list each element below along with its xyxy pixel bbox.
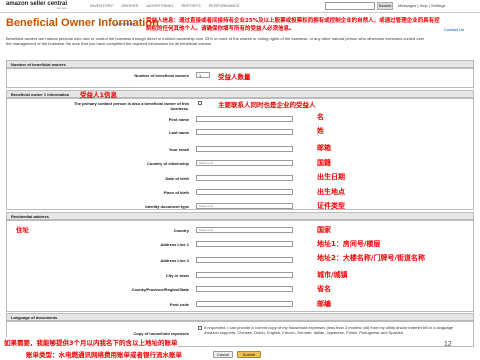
page-description: Beneficial owners are natural persons wh… xyxy=(6,36,425,46)
annotation-city: 城市/城镇 xyxy=(317,271,348,279)
contact-us-link[interactable]: Contact Us xyxy=(444,27,464,32)
annotation-postcode: 邮编 xyxy=(317,300,331,308)
search-input[interactable] xyxy=(325,2,375,10)
primary-checkbox[interactable] xyxy=(198,101,202,105)
pob-input[interactable] xyxy=(196,189,293,195)
annotation-count: 受益人数量 xyxy=(218,73,251,81)
annotation-citizenship: 国籍 xyxy=(317,159,331,167)
dob-input[interactable] xyxy=(196,175,293,181)
id-type-label: Identity document type xyxy=(145,204,189,209)
annotation-addr2: 地址2：大楼名称/门牌号/街道名称 xyxy=(317,254,425,262)
nav-performance[interactable]: PERFORMANCE xyxy=(209,3,240,8)
amazon-logo[interactable]: amazon seller central Europe xyxy=(6,1,67,10)
submit-button[interactable]: Submit xyxy=(237,351,261,358)
household-note: If requested, I can provide a current co… xyxy=(204,325,454,335)
nav-orders[interactable]: ORDERS xyxy=(121,3,138,8)
page-title: Beneficial Owner Information xyxy=(6,17,159,29)
county-label: County/Province/Region/State xyxy=(131,287,189,292)
nav-reports[interactable]: REPORTS xyxy=(181,3,200,8)
top-bar: amazon seller central Europe INVENTORY O… xyxy=(0,0,480,13)
annotation-last-name: 姓 xyxy=(317,127,324,135)
county-input[interactable] xyxy=(196,286,293,292)
addr2-input[interactable] xyxy=(196,257,293,263)
section-number-header: Number of beneficial owners xyxy=(6,60,474,68)
annotation-id-type: 证件类型 xyxy=(317,202,345,210)
citizenship-label: Country of citizenship xyxy=(147,161,189,166)
annotation-province: 省名 xyxy=(317,285,331,293)
addr1-input[interactable] xyxy=(196,241,293,247)
email-input[interactable] xyxy=(196,146,293,152)
section-residential-header: Residential address xyxy=(6,212,474,220)
postcode-input[interactable] xyxy=(196,301,293,307)
annotation-footer2: 账单类型：水电燃通讯网络费用账单或者银行流水账单 xyxy=(26,349,182,359)
page-number: 12 xyxy=(444,341,452,348)
country-label: Country xyxy=(173,228,189,233)
cancel-button[interactable]: Cancel xyxy=(213,351,233,358)
number-select[interactable]: 1 xyxy=(196,72,210,78)
addr2-label: Address Line 2 xyxy=(160,258,189,263)
first-name-input[interactable] xyxy=(196,116,293,122)
annotation-address: 住址 xyxy=(16,226,29,234)
search-button[interactable]: Search xyxy=(377,2,393,10)
primary-label: The primary contact person is also a ben… xyxy=(73,101,189,111)
annotation-primary: 主要联系人同时也是企业的受益人 xyxy=(218,101,316,109)
addr1-label: Address Line 1 xyxy=(160,242,189,247)
citizenship-select[interactable]: Select one xyxy=(196,160,293,166)
annotation-first-name: 名 xyxy=(317,113,324,121)
annotation-country: 国家 xyxy=(317,226,331,234)
city-label: City or town xyxy=(165,273,189,278)
postcode-label: Post code xyxy=(169,302,189,307)
household-label: Copy of household expenses xyxy=(133,331,189,336)
first-name-label: First name xyxy=(168,117,189,122)
main-nav: INVENTORY ORDERS ADVERTISING REPORTS PER… xyxy=(90,3,240,8)
email-label: Your email xyxy=(168,147,189,152)
section-owner-header: Beneficial owner 1 information xyxy=(6,90,474,98)
annotation-pob: 出生地点 xyxy=(317,188,345,196)
city-input[interactable] xyxy=(196,272,293,278)
annotation-addr1: 地址1：房间号/楼层 xyxy=(317,240,381,248)
annotation-email: 邮箱 xyxy=(317,144,331,152)
dob-label: Date of birth xyxy=(165,176,189,181)
annotation-intro: 受益人信息：通过直接或者间接持有企业25%及以上股票或投票权而拥有或控制企业的自… xyxy=(146,18,440,32)
number-label: Number of beneficial owners xyxy=(134,73,189,78)
learn-more-link[interactable]: Learn more xyxy=(114,21,134,26)
last-name-label: Last name xyxy=(169,130,189,135)
section-residential xyxy=(6,220,474,312)
last-name-input[interactable] xyxy=(196,129,293,135)
id-type-select[interactable]: Select one xyxy=(196,203,293,209)
country-select[interactable]: Select one xyxy=(196,227,293,233)
annotation-dob: 出生日期 xyxy=(317,173,345,181)
household-checkbox[interactable] xyxy=(198,326,202,330)
section-language-header: Language of documents xyxy=(6,313,474,321)
pob-label: Place of birth xyxy=(163,190,189,195)
logo-sub: Europe xyxy=(57,6,68,10)
nav-inventory[interactable]: INVENTORY xyxy=(90,3,113,8)
nav-advertising[interactable]: ADVERTISING xyxy=(146,3,173,8)
header-links[interactable]: Messages | Help | Settings xyxy=(398,3,445,8)
annotation-footer1: 如果需要，我能够提供3个月以内我名下的含以上地址的账单 xyxy=(4,337,178,347)
